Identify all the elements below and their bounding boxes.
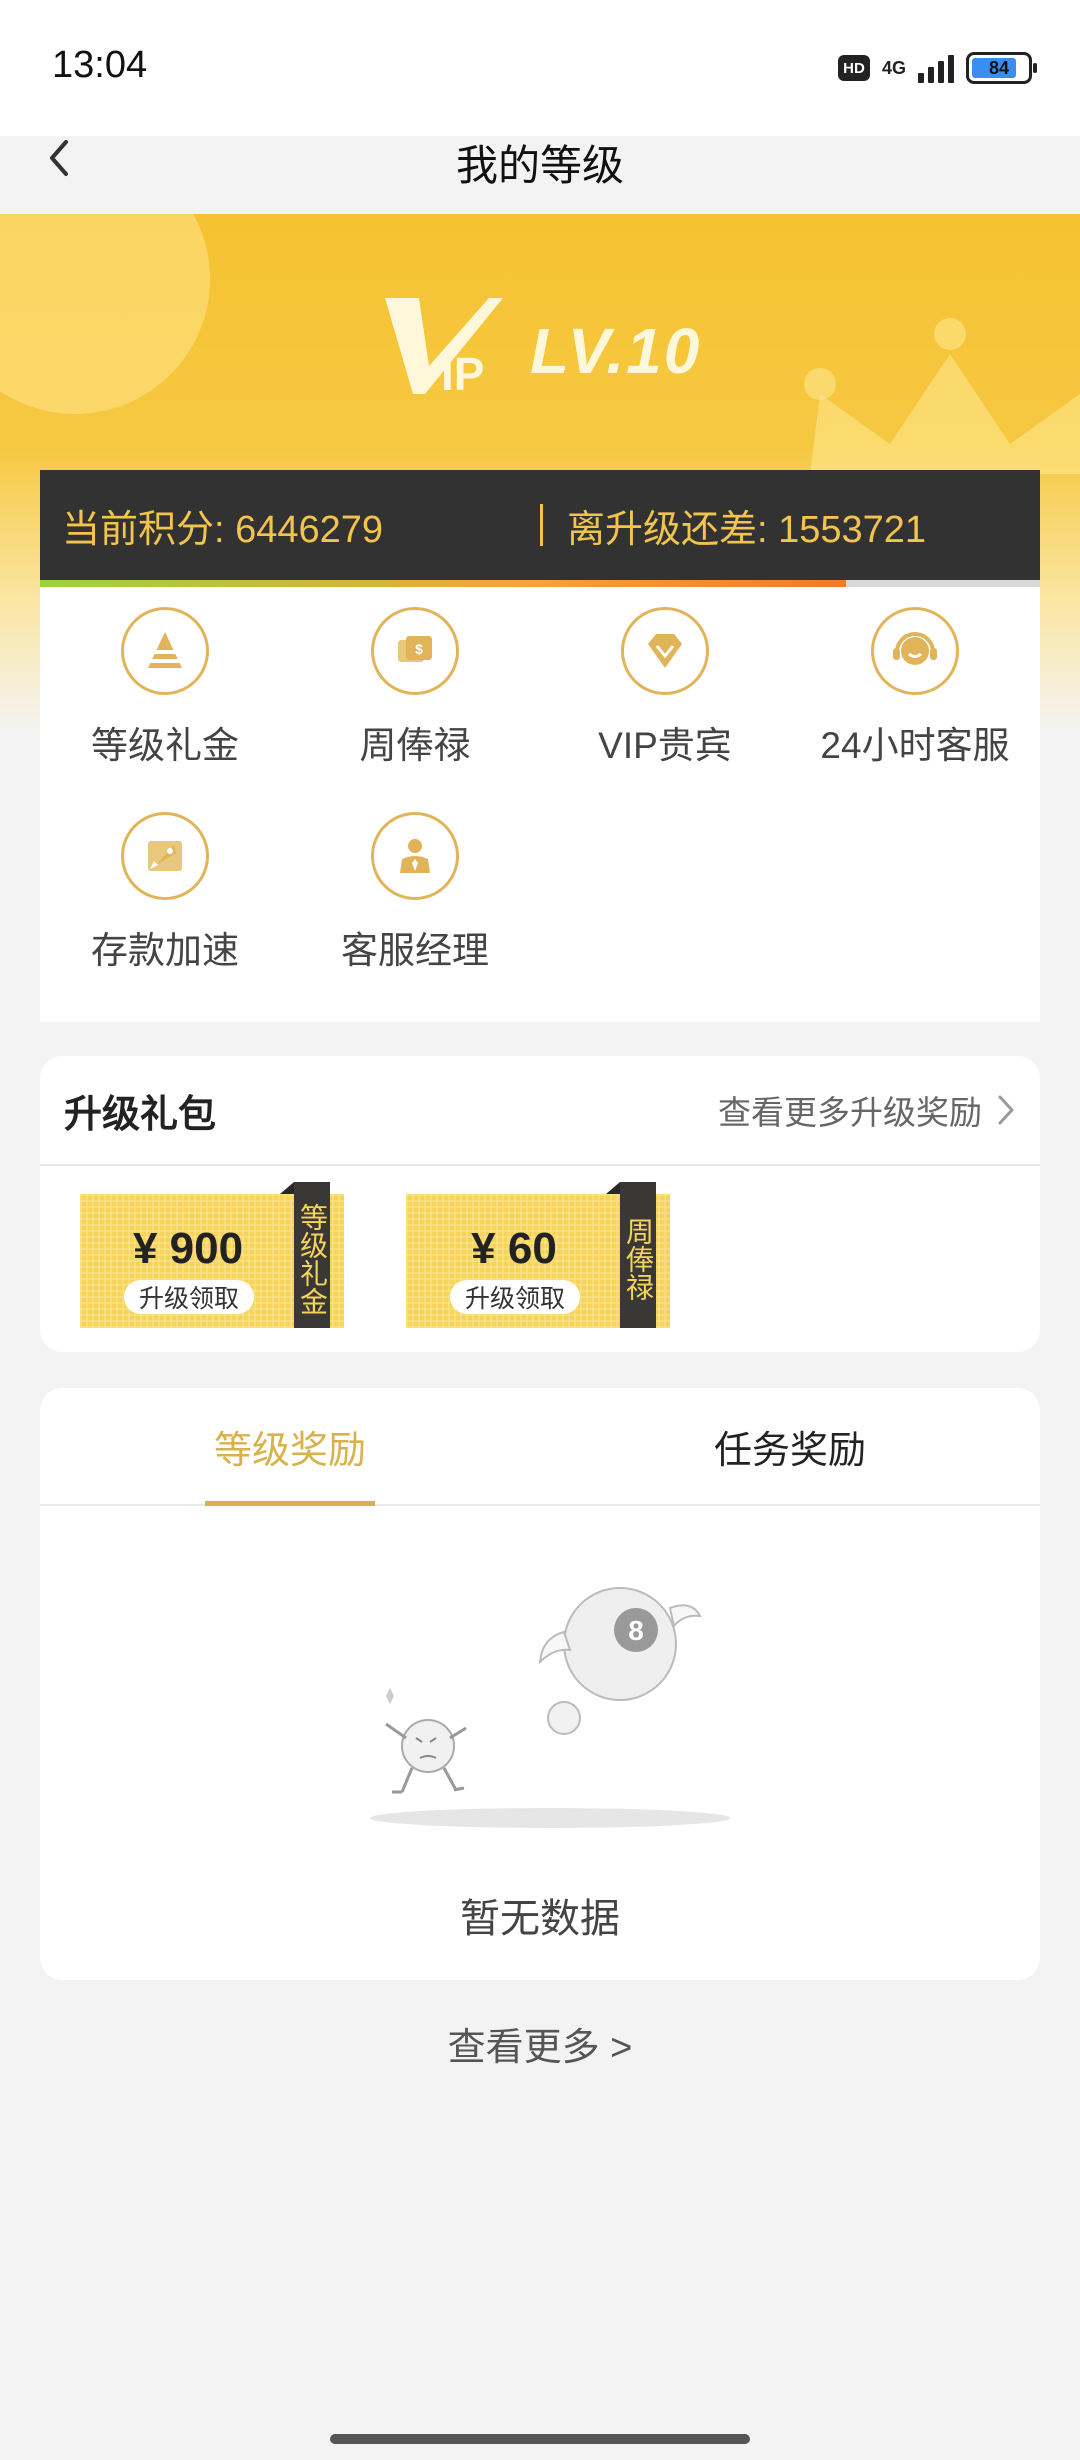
privilege-label: 存款加速	[91, 930, 239, 971]
rewards-card: 等级奖励 任务奖励 8 暂无数据	[40, 1388, 1040, 1980]
gift-list: ¥ 900 升级领取 等级礼金 ¥ 60 升级领取 周俸禄	[40, 1166, 1040, 1352]
upgrade-gift-header: 升级礼包 查看更多升级奖励	[40, 1056, 1040, 1166]
headset-icon	[871, 607, 959, 695]
page-title: 我的等级	[455, 142, 624, 189]
svg-text:8: 8	[628, 1615, 644, 1646]
view-more-rewards-link[interactable]: 查看更多升级奖励	[718, 1086, 1016, 1134]
level-progress-fill	[40, 580, 846, 587]
home-indicator[interactable]	[330, 2434, 750, 2444]
points-bar: 当前积分: 6446279 离升级还差: 1553721	[40, 470, 1040, 580]
view-more-rewards-label: 查看更多升级奖励	[718, 1094, 982, 1131]
level-progress-bar	[40, 580, 1040, 587]
gift-voucher[interactable]: ¥ 900 升级领取 等级礼金	[80, 1182, 344, 1328]
upgrade-gift-card: 升级礼包 查看更多升级奖励 ¥ 900 升级领取 等级礼金 ¥ 60 升级领取 …	[40, 1056, 1040, 1352]
status-time: 13:04	[52, 44, 148, 86]
gift-claim-label: 升级领取	[450, 1280, 580, 1314]
gift-amount: ¥ 60	[471, 1224, 557, 1273]
dollar-card-icon: $	[371, 607, 459, 695]
gift-tag: 周俸禄	[606, 1182, 656, 1328]
upgrade-gift-title: 升级礼包	[64, 1093, 217, 1136]
status-bar: 13:04 HD 4G 84	[0, 0, 1080, 136]
gift-claim-label: 升级领取	[124, 1280, 254, 1314]
rocket-icon	[121, 812, 209, 900]
privilege-label: 24小时客服	[820, 725, 1010, 766]
privilege-vip-guest[interactable]: VIP贵宾	[540, 607, 790, 812]
status-icons: HD 4G 84	[837, 48, 1037, 88]
points-to-upgrade: 离升级还差: 1553721	[567, 508, 927, 551]
vip-logo-icon: IP	[385, 298, 503, 396]
gift-tag: 等级礼金	[280, 1182, 330, 1328]
gift-amount: ¥ 900	[132, 1224, 244, 1273]
battery-level: 84	[988, 57, 1010, 78]
privilege-24h-service[interactable]: 24小时客服	[790, 607, 1040, 812]
battery-icon: 84	[966, 52, 1037, 84]
privilege-label: 周俸禄	[359, 725, 471, 766]
tab-task-rewards[interactable]: 任务奖励	[540, 1388, 1040, 1504]
empty-state-illustration: 8	[370, 1587, 730, 1828]
privilege-label: 等级礼金	[91, 725, 239, 766]
privilege-level-bonus[interactable]: 等级礼金	[40, 607, 290, 812]
signal-icon	[918, 53, 954, 83]
tab-level-rewards[interactable]: 等级奖励	[40, 1388, 540, 1506]
current-points: 当前积分: 6446279	[62, 508, 384, 551]
rewards-tabs: 等级奖励 任务奖励	[40, 1388, 1040, 1506]
privilege-label: 客服经理	[341, 930, 489, 971]
hd-icon: HD	[837, 55, 870, 81]
svg-text:IP: IP	[441, 348, 484, 396]
network-type: 4G	[881, 58, 906, 78]
privilege-service-manager[interactable]: 客服经理	[290, 812, 540, 1017]
privilege-deposit-boost[interactable]: 存款加速	[40, 812, 290, 1017]
gift-voucher[interactable]: ¥ 60 升级领取 周俸禄	[406, 1182, 670, 1328]
empty-state-text: 暂无数据	[460, 1897, 620, 1941]
banner-decoration	[0, 214, 210, 414]
privilege-weekly-salary[interactable]: $ 周俸禄	[290, 607, 540, 812]
diamond-icon	[621, 607, 709, 695]
manager-icon	[371, 812, 459, 900]
privileges-grid: 等级礼金 $ 周俸禄 VIP贵宾 24小时客服 存款加速 客服经理	[40, 587, 1040, 1022]
svg-text:$: $	[415, 641, 423, 657]
view-more-link[interactable]: 查看更多 >	[0, 2016, 1080, 2071]
chevron-right-icon	[998, 1095, 1014, 1125]
vip-level: LV.10	[530, 315, 702, 387]
privilege-label: VIP贵宾	[598, 725, 732, 766]
pyramid-icon	[121, 607, 209, 695]
